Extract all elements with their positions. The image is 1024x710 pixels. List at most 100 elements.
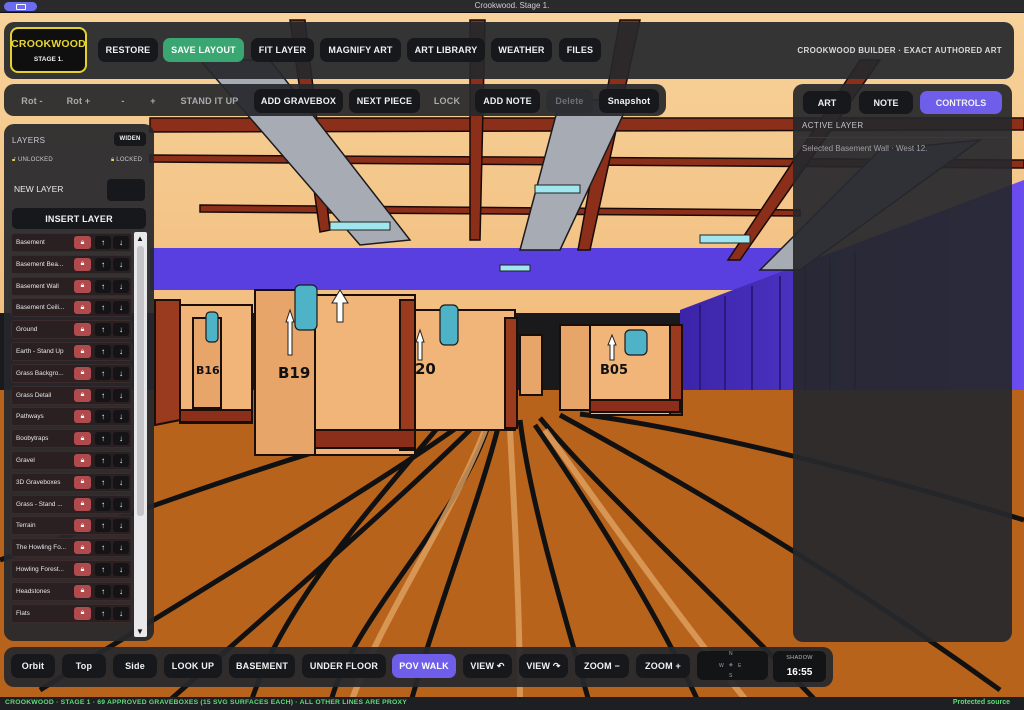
move-down-icon[interactable]: ↓ — [113, 454, 129, 467]
move-down-icon[interactable]: ↓ — [113, 606, 129, 620]
move-up-icon[interactable]: ↑ — [95, 323, 111, 337]
save-layout-button[interactable]: SAVE LAYOUT — [163, 38, 244, 62]
fit-layer-button[interactable]: FIT LAYER — [251, 38, 314, 62]
move-up-icon[interactable]: ↑ — [95, 236, 111, 249]
under-floor-button[interactable]: UNDER FLOOR — [302, 654, 386, 678]
layer-row[interactable]: Headstones 🔒︎ ↑ ↓ — [11, 581, 132, 601]
move-down-icon[interactable]: ↓ — [113, 519, 129, 533]
move-up-icon[interactable]: ↑ — [95, 432, 111, 446]
layer-row[interactable]: Ground 🔒︎ ↑ ↓ — [11, 320, 132, 340]
layer-row[interactable]: Basement 🔒︎ ↑ ↓ — [11, 233, 132, 252]
files-button[interactable]: FILES — [559, 38, 601, 62]
lock-icon[interactable]: 🔒︎ — [74, 497, 91, 511]
snapshot-button[interactable]: Snapshot — [599, 89, 659, 113]
lock-icon[interactable]: 🔒︎ — [74, 432, 91, 446]
lock-icon[interactable]: 🔒︎ — [74, 388, 91, 402]
scroll-thumb[interactable] — [137, 246, 144, 516]
lock-icon[interactable]: 🔒︎ — [74, 454, 91, 467]
move-up-icon[interactable]: ↑ — [95, 584, 111, 598]
shadow-time-widget[interactable]: SHADOW 16:55 — [773, 651, 826, 682]
tab-controls[interactable]: CONTROLS — [920, 91, 1002, 114]
next-piece-button[interactable]: NEXT PIECE — [349, 89, 420, 113]
move-down-icon[interactable]: ↓ — [113, 541, 129, 555]
move-down-icon[interactable]: ↓ — [113, 301, 129, 315]
move-up-icon[interactable]: ↑ — [95, 301, 111, 315]
move-up-icon[interactable]: ↑ — [95, 388, 111, 402]
move-up-icon[interactable]: ↑ — [95, 475, 111, 489]
basement-button[interactable]: BASEMENT — [229, 654, 295, 678]
move-down-icon[interactable]: ↓ — [113, 345, 129, 358]
lock-icon[interactable]: 🔒︎ — [74, 563, 91, 576]
insert-layer-button[interactable]: INSERT LAYER — [12, 208, 146, 229]
add-note-button[interactable]: ADD NOTE — [475, 89, 540, 113]
layer-row[interactable]: Gravel 🔒︎ ↑ ↓ — [11, 451, 132, 470]
view-rotate-left-button[interactable]: VIEW ↶ — [463, 654, 512, 678]
lock-icon[interactable]: 🔒︎ — [74, 366, 91, 380]
lock-icon[interactable]: 🔒︎ — [74, 584, 91, 598]
move-up-icon[interactable]: ↑ — [95, 410, 111, 424]
widen-button[interactable]: WIDEN — [114, 132, 146, 146]
move-up-icon[interactable]: ↑ — [95, 563, 111, 576]
layer-row[interactable]: Basement Wall 🔒︎ ↑ ↓ — [11, 276, 132, 296]
add-gravebox-button[interactable]: ADD GRAVEBOX — [254, 89, 343, 113]
lock-icon[interactable]: 🔒︎ — [74, 301, 91, 315]
lock-icon[interactable]: 🔒︎ — [74, 236, 91, 249]
layer-row[interactable]: Grass - Stand ... 🔒︎ ↑ ↓ — [11, 494, 132, 514]
move-down-icon[interactable]: ↓ — [113, 366, 129, 380]
layer-row[interactable]: Howling Forest... 🔒︎ ↑ ↓ — [11, 560, 132, 579]
scale-plus-button[interactable]: + — [141, 89, 165, 113]
lock-icon[interactable]: 🔒︎ — [74, 606, 91, 620]
restore-button[interactable]: RESTORE — [98, 38, 158, 62]
art-library-button[interactable]: ART LIBRARY — [407, 38, 485, 62]
scroll-up-icon[interactable]: ▲ — [136, 234, 144, 243]
layer-row[interactable]: Grass Detail 🔒︎ ↑ ↓ — [11, 385, 132, 405]
lock-icon[interactable]: 🔒︎ — [74, 475, 91, 489]
view-rotate-right-button[interactable]: VIEW ↷ — [519, 654, 568, 678]
scroll-down-icon[interactable]: ▼ — [136, 627, 144, 636]
lock-icon[interactable]: 🔒︎ — [74, 519, 91, 533]
move-down-icon[interactable]: ↓ — [113, 279, 129, 293]
layer-row[interactable]: Earth - Stand Up 🔒︎ ↑ ↓ — [11, 342, 132, 361]
rotate-plus-button[interactable]: Rot + — [57, 89, 100, 113]
move-down-icon[interactable]: ↓ — [113, 410, 129, 424]
lock-button[interactable]: LOCK — [426, 89, 468, 113]
layer-row[interactable]: Basement Ceili... 🔒︎ ↑ ↓ — [11, 298, 132, 318]
move-down-icon[interactable]: ↓ — [113, 388, 129, 402]
look-up-button[interactable]: LOOK UP — [164, 654, 222, 678]
pov-walk-button[interactable]: POV WALK — [392, 654, 456, 678]
orbit-button[interactable]: Orbit — [11, 654, 55, 678]
layer-row[interactable]: Terrain 🔒︎ ↑ ↓ — [11, 516, 132, 536]
layer-list-scrollbar[interactable]: ▲ ▼ — [134, 232, 147, 637]
move-up-icon[interactable]: ↑ — [95, 519, 111, 533]
top-view-button[interactable]: Top — [62, 654, 106, 678]
move-down-icon[interactable]: ↓ — [113, 323, 129, 337]
layer-row[interactable]: Basement Bea... 🔒︎ ↑ ↓ — [11, 254, 132, 274]
move-up-icon[interactable]: ↑ — [95, 454, 111, 467]
lock-icon[interactable]: 🔒︎ — [74, 345, 91, 358]
new-layer-input[interactable] — [107, 179, 145, 201]
tab-art[interactable]: ART — [803, 91, 851, 114]
layer-row[interactable]: Grass Backgro... 🔒︎ ↑ ↓ — [11, 363, 132, 383]
zoom-out-button[interactable]: ZOOM − — [575, 654, 629, 678]
move-down-icon[interactable]: ↓ — [113, 497, 129, 511]
zoom-in-button[interactable]: ZOOM + — [636, 654, 690, 678]
layer-row[interactable]: Boobytraps 🔒︎ ↑ ↓ — [11, 429, 132, 449]
scale-minus-button[interactable]: - — [111, 89, 135, 113]
rotate-minus-button[interactable]: Rot - — [12, 89, 52, 113]
lock-icon[interactable]: 🔒︎ — [74, 257, 91, 271]
move-down-icon[interactable]: ↓ — [113, 432, 129, 446]
tab-note[interactable]: NOTE — [859, 91, 913, 114]
move-down-icon[interactable]: ↓ — [113, 584, 129, 598]
move-up-icon[interactable]: ↑ — [95, 366, 111, 380]
move-up-icon[interactable]: ↑ — [95, 606, 111, 620]
lock-icon[interactable]: 🔒︎ — [74, 323, 91, 337]
move-up-icon[interactable]: ↑ — [95, 497, 111, 511]
move-up-icon[interactable]: ↑ — [95, 279, 111, 293]
move-down-icon[interactable]: ↓ — [113, 475, 129, 489]
weather-button[interactable]: WEATHER — [491, 38, 552, 62]
lock-icon[interactable]: 🔒︎ — [74, 541, 91, 555]
delete-button[interactable]: Delete — [546, 89, 593, 113]
move-down-icon[interactable]: ↓ — [113, 236, 129, 249]
magnify-art-button[interactable]: MAGNIFY ART — [320, 38, 401, 62]
layer-row[interactable]: The Howling Fo... 🔒︎ ↑ ↓ — [11, 538, 132, 558]
